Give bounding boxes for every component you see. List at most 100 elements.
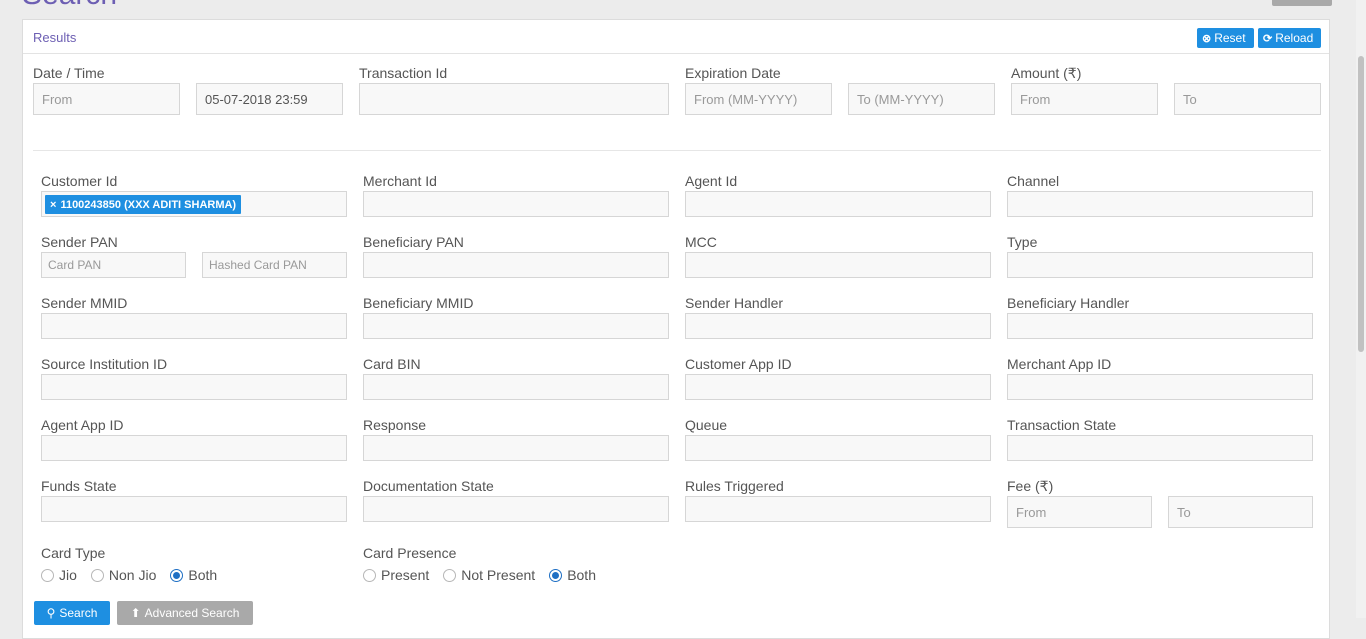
documentation-state-label: Documentation State xyxy=(363,478,494,494)
sender-mmid-input[interactable] xyxy=(41,313,347,339)
agent-app-id-label: Agent App ID xyxy=(41,417,124,433)
merchant-id-input[interactable] xyxy=(363,191,669,217)
expiration-from-input[interactable]: From (MM-YYYY) xyxy=(685,83,832,115)
expiration-to-input[interactable]: To (MM-YYYY) xyxy=(848,83,995,115)
card-type-both-label: Both xyxy=(188,567,218,583)
card-presence-label: Card Presence xyxy=(363,545,457,561)
customer-app-id-input[interactable] xyxy=(685,374,991,400)
fee-to-input[interactable]: To xyxy=(1168,496,1313,528)
funds-state-input[interactable] xyxy=(41,496,347,522)
beneficiary-handler-input[interactable] xyxy=(1007,313,1313,339)
sender-handler-label: Sender Handler xyxy=(685,295,784,311)
type-label: Type xyxy=(1007,234,1038,250)
reset-button[interactable]: ⊗ Reset xyxy=(1197,28,1254,48)
card-presence-present-label: Present xyxy=(381,567,430,583)
panel-header: Results ⊗ Reset ⟳ Reload xyxy=(23,20,1329,54)
card-presence-notpresent-label: Not Present xyxy=(461,567,536,583)
customer-app-id-label: Customer App ID xyxy=(685,356,792,372)
scrollbar-thumb[interactable] xyxy=(1358,56,1364,352)
card-bin-label: Card BIN xyxy=(363,356,421,372)
type-input[interactable] xyxy=(1007,252,1313,278)
merchant-app-id-input[interactable] xyxy=(1007,374,1313,400)
merchant-app-id-label: Merchant App ID xyxy=(1007,356,1112,372)
beneficiary-pan-label: Beneficiary PAN xyxy=(363,234,464,250)
card-presence-present-option[interactable]: Present xyxy=(363,567,429,583)
documentation-state-input[interactable] xyxy=(363,496,669,522)
response-label: Response xyxy=(363,417,427,433)
transaction-id-label: Transaction Id xyxy=(359,65,448,81)
beneficiary-mmid-input[interactable] xyxy=(363,313,669,339)
customer-id-label: Customer Id xyxy=(41,173,118,189)
card-type-label: Card Type xyxy=(41,545,106,561)
queue-label: Queue xyxy=(685,417,728,433)
radio-selected-icon[interactable] xyxy=(170,568,184,582)
reset-icon: ⊗ xyxy=(1202,32,1212,45)
fee-label: Fee (₹) xyxy=(1007,478,1054,494)
card-presence-both-option[interactable]: Both xyxy=(549,567,596,583)
card-bin-input[interactable] xyxy=(363,374,669,400)
sender-mmid-label: Sender MMID xyxy=(41,295,128,311)
amount-from-input[interactable]: From xyxy=(1011,83,1158,115)
results-panel: Results ⊗ Reset ⟳ Reload Date / Time Fro… xyxy=(22,19,1330,639)
advanced-search-button[interactable]: ⬆ Advanced Search xyxy=(117,601,253,625)
card-pan-input[interactable]: Card PAN xyxy=(41,252,186,278)
date-from-input[interactable]: From xyxy=(33,83,180,115)
queue-input[interactable] xyxy=(685,435,991,461)
merchant-id-label: Merchant Id xyxy=(363,173,437,189)
amount-label: Amount (₹) xyxy=(1011,65,1082,81)
date-to-input[interactable]: 05-07-2018 23:59 xyxy=(196,83,343,115)
card-presence-both-label: Both xyxy=(567,567,596,583)
card-presence-radio-group: Present Not Present Both xyxy=(363,567,610,583)
remove-tag-icon[interactable]: × xyxy=(50,199,56,211)
radio-icon[interactable] xyxy=(90,568,104,582)
beneficiary-pan-input[interactable] xyxy=(363,252,669,278)
transaction-state-label: Transaction State xyxy=(1007,417,1117,433)
hashed-card-pan-input[interactable]: Hashed Card PAN xyxy=(202,252,347,278)
divider xyxy=(33,150,1321,151)
customer-id-tag-label: 1100243850 (XXX ADITI SHARMA) xyxy=(60,198,237,211)
channel-label: Channel xyxy=(1007,173,1060,189)
card-presence-notpresent-option[interactable]: Not Present xyxy=(443,567,535,583)
transaction-id-input[interactable] xyxy=(359,83,669,115)
search-button[interactable]: ⚲ Search xyxy=(34,601,110,625)
agent-id-label: Agent Id xyxy=(685,173,738,189)
radio-icon[interactable] xyxy=(41,568,54,582)
sender-handler-input[interactable] xyxy=(685,313,991,339)
top-action-button[interactable] xyxy=(1272,0,1332,6)
page-title: Search xyxy=(22,0,117,10)
card-type-nonjio-label: Non Jio xyxy=(108,567,157,583)
mcc-input[interactable] xyxy=(685,252,991,278)
fee-from-input[interactable]: From xyxy=(1007,496,1152,528)
date-time-label: Date / Time xyxy=(33,65,105,81)
source-institution-id-input[interactable] xyxy=(41,374,347,400)
customer-id-tag[interactable]: × 1100243850 (XXX ADITI SHARMA) xyxy=(45,195,242,214)
scrollbar[interactable] xyxy=(1356,0,1366,618)
expiration-date-label: Expiration Date xyxy=(685,65,781,81)
amount-to-input[interactable]: To xyxy=(1174,83,1321,115)
beneficiary-handler-label: Beneficiary Handler xyxy=(1007,295,1130,311)
sender-pan-label: Sender PAN xyxy=(41,234,118,250)
panel-title: Results xyxy=(33,30,77,45)
mcc-label: MCC xyxy=(685,234,717,250)
customer-id-input[interactable]: × 1100243850 (XXX ADITI SHARMA) xyxy=(41,191,347,217)
funds-state-label: Funds State xyxy=(41,478,117,494)
card-type-jio-label: Jio xyxy=(59,567,77,583)
radio-icon[interactable] xyxy=(443,568,457,582)
radio-selected-icon[interactable] xyxy=(549,568,563,582)
card-type-nonjio-option[interactable]: Non Jio xyxy=(90,567,157,583)
transaction-state-input[interactable] xyxy=(1007,435,1313,461)
reload-icon: ⟳ xyxy=(1263,32,1273,45)
rules-triggered-input[interactable] xyxy=(685,496,991,522)
channel-input[interactable] xyxy=(1007,191,1313,217)
card-type-jio-option[interactable]: Jio xyxy=(41,567,77,583)
agent-app-id-input[interactable] xyxy=(41,435,347,461)
card-type-radio-group: Jio Non Jio Both xyxy=(41,567,231,583)
agent-id-input[interactable] xyxy=(685,191,991,217)
beneficiary-mmid-label: Beneficiary MMID xyxy=(363,295,474,311)
reload-label: Reload xyxy=(1275,31,1314,45)
card-type-both-option[interactable]: Both xyxy=(170,567,217,583)
radio-icon[interactable] xyxy=(363,568,376,582)
reload-button[interactable]: ⟳ Reload xyxy=(1258,28,1321,48)
response-input[interactable] xyxy=(363,435,669,461)
source-institution-id-label: Source Institution ID xyxy=(41,356,168,372)
